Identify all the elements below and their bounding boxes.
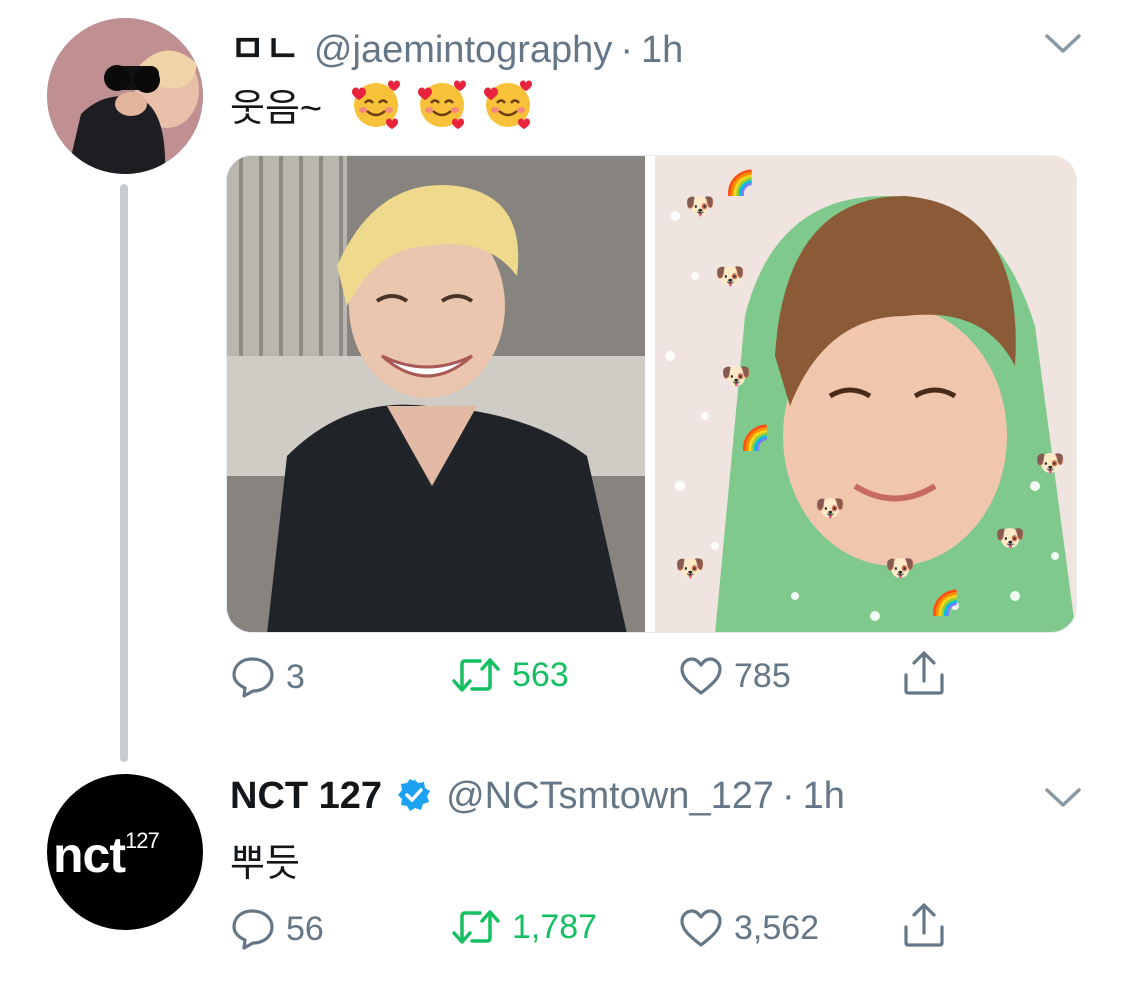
tweet-text: 뿌듯 (230, 843, 300, 885)
reply-button[interactable]: 56 (230, 907, 324, 951)
media-photo-2[interactable]: 🐶 🐶 🐶 🐶 🐶 🐶 🐶 🐶 🌈 🌈 🌈 (655, 156, 1076, 632)
retweet-icon (452, 910, 500, 944)
share-icon (904, 903, 944, 947)
timestamp[interactable]: 1h (803, 775, 845, 818)
tweet-text: 웃음~ (230, 87, 323, 130)
handle[interactable]: @NCTsmtown_127 (446, 775, 774, 818)
display-name[interactable]: ㅁㄴ (230, 18, 300, 73)
like-button[interactable]: 785 (678, 655, 791, 697)
photo-person-green-hoodie: 🐶 🐶 🐶 🐶 🐶 🐶 🐶 🐶 🌈 🌈 🌈 (655, 156, 1076, 632)
svg-text:🐶: 🐶 (815, 494, 845, 522)
svg-text:🌈: 🌈 (740, 423, 770, 452)
tweet-actions: 3 563 785 (226, 651, 956, 711)
reply-count: 56 (286, 909, 324, 948)
avatar-photo (47, 18, 203, 174)
like-count: 3,562 (734, 908, 820, 947)
reply-count: 3 (286, 657, 305, 696)
chevron-down-icon[interactable] (1043, 786, 1083, 810)
heart-icon (680, 657, 722, 695)
svg-text:🌈: 🌈 (930, 588, 960, 617)
like-count: 785 (734, 656, 791, 695)
svg-text:🐶: 🐶 (721, 362, 751, 390)
tweet-2[interactable]: nct127 NCT 127 @NCTsmtown_127 · 1h 뿌듯 56 (0, 760, 1125, 981)
tweet-1[interactable]: ㅁㄴ @jaemintography · 1h 웃음~ 🐶 🐶 🐶 🐶 🐶 🐶 … (0, 0, 1125, 760)
share-button[interactable] (902, 649, 956, 697)
chevron-down-icon[interactable] (1043, 32, 1083, 56)
retweet-button[interactable]: 563 (450, 655, 569, 695)
logo-sup: 127 (125, 828, 160, 854)
avatar[interactable]: nct127 (47, 774, 203, 930)
like-button[interactable]: 3,562 (678, 907, 819, 949)
separator: · (620, 29, 633, 71)
retweet-count: 563 (512, 655, 569, 694)
svg-text:🐶: 🐶 (1035, 449, 1065, 477)
media-grid[interactable]: 🐶 🐶 🐶 🐶 🐶 🐶 🐶 🐶 🌈 🌈 🌈 (226, 155, 1077, 633)
svg-text:🐶: 🐶 (995, 524, 1025, 552)
verified-badge-icon (398, 779, 431, 811)
tweet-text-row: 뿌듯 (230, 832, 300, 887)
display-name[interactable]: NCT 127 (230, 775, 382, 818)
reply-button[interactable]: 3 (230, 655, 305, 699)
tweet-text-row: 웃음~ (230, 76, 536, 132)
handle[interactable]: @jaemintography (314, 29, 612, 72)
svg-text:🐶: 🐶 (885, 554, 915, 582)
heart-icon (680, 909, 722, 947)
svg-text:🐶: 🐶 (675, 554, 705, 582)
smiling-face-with-hearts-icon (418, 80, 467, 129)
retweet-icon (452, 658, 500, 692)
svg-text:🌈: 🌈 (725, 168, 755, 197)
svg-text:🐶: 🐶 (685, 192, 715, 220)
separator: · (781, 775, 795, 817)
media-separator (645, 156, 655, 632)
retweet-count: 1,787 (512, 907, 598, 946)
avatar[interactable] (47, 18, 203, 174)
tweet-header: NCT 127 @NCTsmtown_127 · 1h (230, 772, 845, 818)
logo-main: nct (53, 827, 126, 883)
reply-icon (232, 657, 274, 698)
tweet-header: ㅁㄴ @jaemintography · 1h (230, 18, 683, 73)
svg-text:🐶: 🐶 (715, 262, 745, 290)
photo-person-denim-shirt (227, 156, 645, 632)
retweet-button[interactable]: 1,787 (450, 907, 597, 947)
tweet-actions: 56 1,787 3,562 (226, 903, 956, 963)
share-icon (904, 651, 944, 695)
share-button[interactable] (902, 901, 956, 949)
smiling-face-with-hearts-icon (352, 80, 401, 129)
reply-icon (232, 909, 274, 950)
media-photo-1[interactable] (227, 156, 645, 632)
smiling-face-with-hearts-icon (484, 80, 533, 129)
nct-logo: nct127 (53, 826, 160, 884)
timestamp[interactable]: 1h (641, 29, 683, 72)
